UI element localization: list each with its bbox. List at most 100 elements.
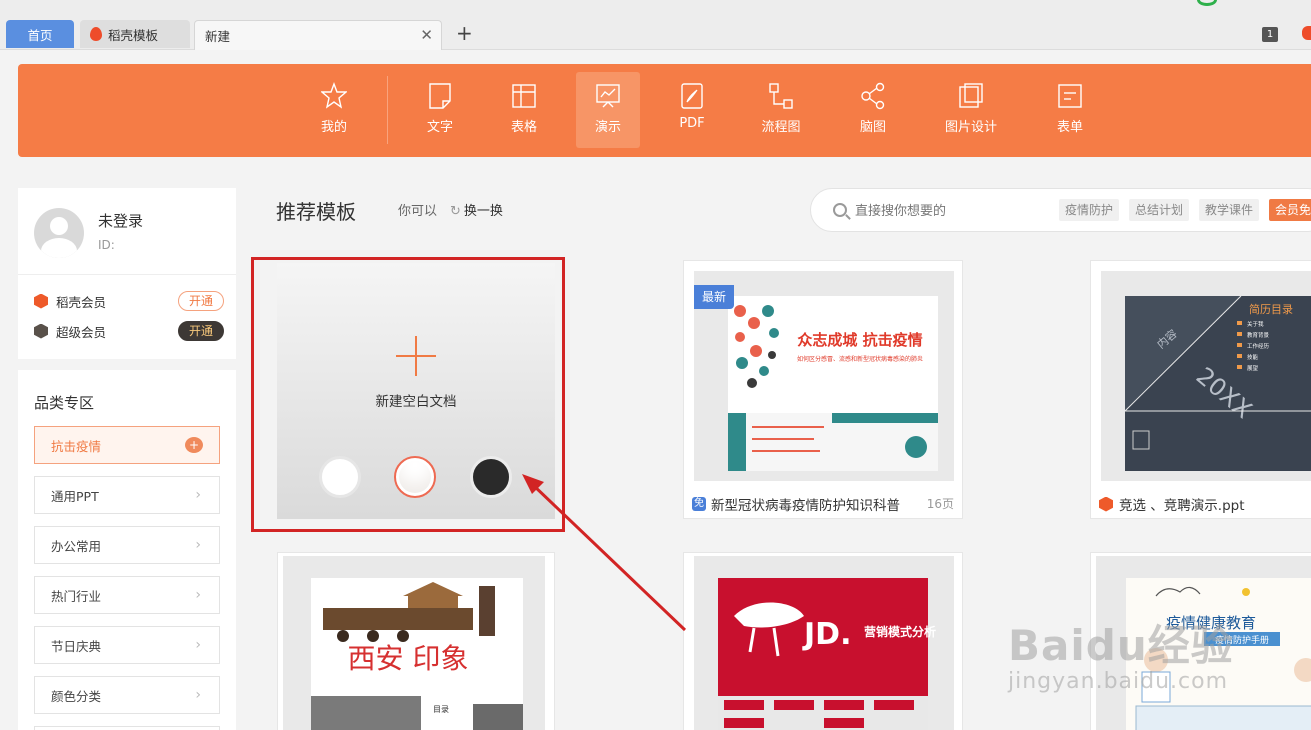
dark-theme-swatch[interactable] (470, 456, 512, 498)
nav-pdf[interactable]: PDF (660, 72, 724, 148)
form-icon (1057, 82, 1083, 110)
open-daoke-member-button[interactable]: 开通 (178, 291, 224, 311)
thumb-resume-item: 工作经历 (1247, 342, 1270, 350)
watermark-url: jingyan.baidu.com (1008, 669, 1229, 694)
thumb-resume-title: 简历目录 (1249, 302, 1293, 316)
thumb-resume-item: 技能 (1247, 353, 1259, 361)
refresh-icon: ↻ (450, 204, 461, 219)
super-member-icon (34, 323, 48, 339)
member-row-daoke: 稻壳会员 开通 (34, 290, 224, 312)
page-count: 16页 (926, 497, 954, 511)
pdf-icon (679, 82, 705, 110)
member-label: 超级会员 (56, 324, 107, 340)
category-label: 热门行业 (51, 588, 102, 604)
template-thumbnail: 西安 印象 目录 (283, 556, 545, 730)
thumb-jd-logo: JD. (802, 617, 851, 652)
document-icon (427, 82, 453, 110)
thumb-headline: 众志成城 抗击疫情 (797, 331, 922, 349)
template-thumbnail: JD. 营销模式分析 (694, 556, 954, 730)
mindmap-icon (860, 82, 886, 110)
refresh-button[interactable]: ↻ 换一换 (450, 200, 503, 219)
avatar[interactable] (34, 208, 84, 258)
tab-daoke[interactable]: 稻壳模板 (80, 20, 190, 48)
white-theme-swatch[interactable] (319, 456, 361, 498)
chevron-right-icon: › (195, 537, 201, 553)
plus-icon (396, 336, 436, 376)
search-box: 疫情防护 总结计划 教学课件 会员免 (810, 188, 1311, 232)
category-item[interactable]: 抗击疫情 + (34, 426, 220, 464)
category-item[interactable]: 热门行业 › (34, 576, 220, 614)
search-tag[interactable]: 疫情防护 (1059, 199, 1120, 221)
daoke-flame-icon (90, 27, 102, 41)
template-card[interactable]: JD. 营销模式分析 (683, 552, 963, 730)
search-tag[interactable]: 会员免 (1269, 199, 1311, 221)
search-icon (833, 203, 847, 217)
app-logo-icon (1302, 26, 1311, 40)
category-item[interactable]: 办公常用 › (34, 526, 220, 564)
nav-image-design[interactable]: 图片设计 (931, 72, 1011, 148)
thumb-xian-title: 西安 印象 (348, 642, 469, 675)
divider (18, 274, 236, 275)
nav-presentation-label: 演示 (594, 120, 621, 135)
chevron-right-icon: › (195, 487, 201, 503)
hint-text: 你可以 (398, 204, 438, 219)
nav-form-label: 表单 (1056, 120, 1083, 135)
section-title: 推荐模板 (276, 200, 356, 224)
nav-flowchart[interactable]: 流程图 (749, 72, 813, 148)
template-card[interactable]: 西安 印象 目录 (277, 552, 555, 730)
category-item[interactable] (34, 726, 220, 730)
image-design-icon (958, 82, 984, 110)
category-nav-banner: 我的 文字 表格 演示 PDF 流程图 脑图 图片设计 表单 (18, 64, 1311, 157)
template-title-text: 竞选 、竞聘演示.ppt (1119, 498, 1245, 514)
table-icon (511, 82, 537, 110)
refresh-label: 换一换 (463, 204, 503, 219)
nav-sheet[interactable]: 表格 (492, 72, 556, 148)
search-tag[interactable]: 教学课件 (1199, 199, 1260, 221)
chevron-right-icon: › (195, 687, 201, 703)
new-badge: 最新 (694, 285, 734, 309)
free-tag-icon: 免 (692, 497, 706, 511)
search-input[interactable] (855, 199, 1045, 223)
tab-home[interactable]: 首页 (6, 20, 74, 48)
new-blank-doc-card[interactable]: 新建空白文档 (277, 263, 555, 519)
star-icon (320, 82, 348, 110)
nav-presentation[interactable]: 演示 (576, 72, 640, 148)
daoke-member-icon (34, 293, 48, 309)
chevron-right-icon: › (195, 637, 201, 653)
open-super-member-button[interactable]: 开通 (178, 321, 224, 341)
category-label: 颜色分类 (51, 688, 102, 704)
nav-image-design-label: 图片设计 (944, 120, 997, 135)
nav-flowchart-label: 流程图 (761, 120, 801, 135)
category-label: 通用PPT (51, 488, 99, 504)
category-item[interactable]: 颜色分类 › (34, 676, 220, 714)
nav-sheet-label: 表格 (510, 120, 537, 135)
tab-home-label: 首页 (27, 27, 53, 43)
tab-daoke-label: 稻壳模板 (108, 27, 159, 43)
close-icon[interactable]: ✕ (420, 27, 433, 43)
tab-bar: 首页 稻壳模板 新建 ✕ + 1 (0, 0, 1311, 50)
add-tab-button[interactable]: + (456, 22, 473, 44)
tab-new[interactable]: 新建 ✕ (194, 20, 442, 50)
flowchart-icon (768, 82, 794, 110)
nav-mindmap[interactable]: 脑图 (841, 72, 905, 148)
gradient-theme-swatch[interactable] (394, 456, 436, 498)
nav-form[interactable]: 表单 (1038, 72, 1102, 148)
category-label: 抗击疫情 (51, 438, 102, 454)
user-card: 未登录 ID: 稻壳会员 开通 超级会员 开通 (18, 188, 236, 359)
search-tag[interactable]: 总结计划 (1129, 199, 1190, 221)
nav-writer[interactable]: 文字 (408, 72, 472, 148)
thumb-resume-item: 展望 (1247, 364, 1259, 372)
template-card[interactable]: 众志成城 抗击疫情 如何区分感冒、流感和新型冠状病毒感染的肺炎 最新 免新型冠状… (683, 260, 963, 519)
template-card[interactable]: 20XX 内容 简历目录 关于我 教育背景 工作经历 技能 展望 竞选 、竞聘演… (1090, 260, 1311, 519)
template-title: 竞选 、竞聘演示.ppt (1099, 494, 1245, 514)
category-item[interactable]: 通用PPT › (34, 476, 220, 514)
category-item[interactable]: 节日庆典 › (34, 626, 220, 664)
daoke-flame-icon (1099, 496, 1113, 512)
user-name[interactable]: 未登录 (98, 210, 143, 231)
user-id: ID: (98, 238, 115, 252)
window-count-badge[interactable]: 1 (1262, 27, 1278, 42)
watermark-logo: Baidu经验 (1008, 621, 1234, 670)
nav-mine[interactable]: 我的 (302, 72, 366, 148)
thumb-sub: 如何区分感冒、流感和新型冠状病毒感染的肺炎 (797, 355, 923, 363)
nav-pdf-label: PDF (679, 116, 705, 131)
